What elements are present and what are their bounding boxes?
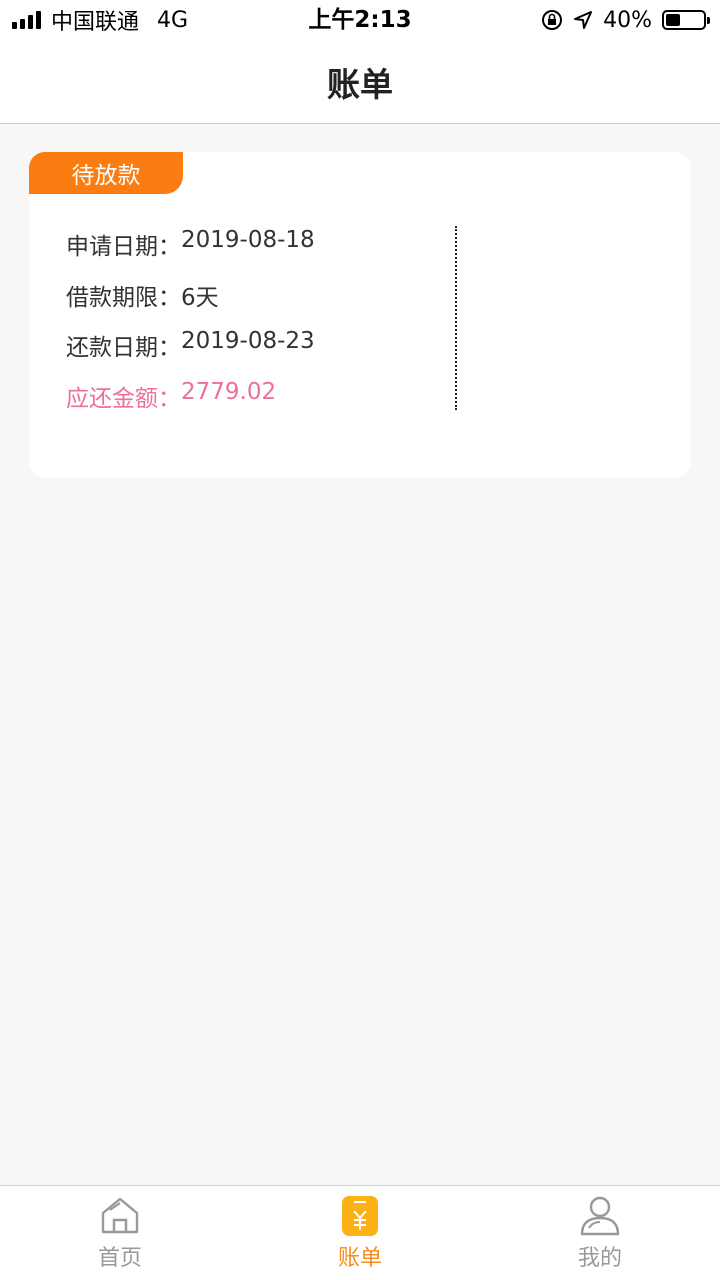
location-icon [574,11,593,29]
status-tag: 待放款 [29,152,183,194]
loan-term-row: 借款期限： 6天 [66,278,219,312]
repay-date-value: 2019-08-23 [181,328,315,354]
tab-bill-label: 账单 [337,1246,382,1271]
amount-due-value: 2779.02 [181,379,277,405]
profile-icon [580,1196,620,1236]
repay-date-row: 还款日期： 2019-08-23 [66,328,315,362]
tab-home-label: 首页 [97,1246,142,1271]
bill-card[interactable]: 待放款 申请日期： 2019-08-18 借款期限： 6天 还款日期： 2019… [29,152,691,478]
loan-term-label: 借款期限： [66,285,181,311]
battery-percent: 40% [603,7,652,33]
loan-term-value: 6天 [181,285,219,311]
tab-profile[interactable]: 我的 [480,1186,720,1280]
page-title: 账单 [327,64,393,104]
apply-date-label: 申请日期： [66,234,181,260]
battery-icon [662,10,710,30]
tab-home[interactable]: 首页 [0,1186,240,1280]
tab-profile-label: 我的 [577,1246,622,1271]
amount-due-label: 应还金额： [66,386,181,412]
status-bar-right: 40% [541,6,710,34]
nav-header: 账单 [0,40,720,124]
bill-icon [342,1196,378,1236]
status-bar: 中国联通 4G 上午2:13 40% [0,0,720,40]
dotted-divider [455,226,457,410]
apply-date-value: 2019-08-18 [181,227,315,253]
rotation-lock-icon [542,10,563,30]
battery-fill [666,14,681,26]
amount-due-row: 应还金额： 2779.02 [66,379,276,413]
tab-bill[interactable]: 账单 [240,1186,480,1280]
tab-bar: 首页 账单 我的 [0,1185,720,1280]
home-icon [101,1197,139,1234]
apply-date-row: 申请日期： 2019-08-18 [66,227,315,261]
repay-date-label: 还款日期： [66,335,181,361]
